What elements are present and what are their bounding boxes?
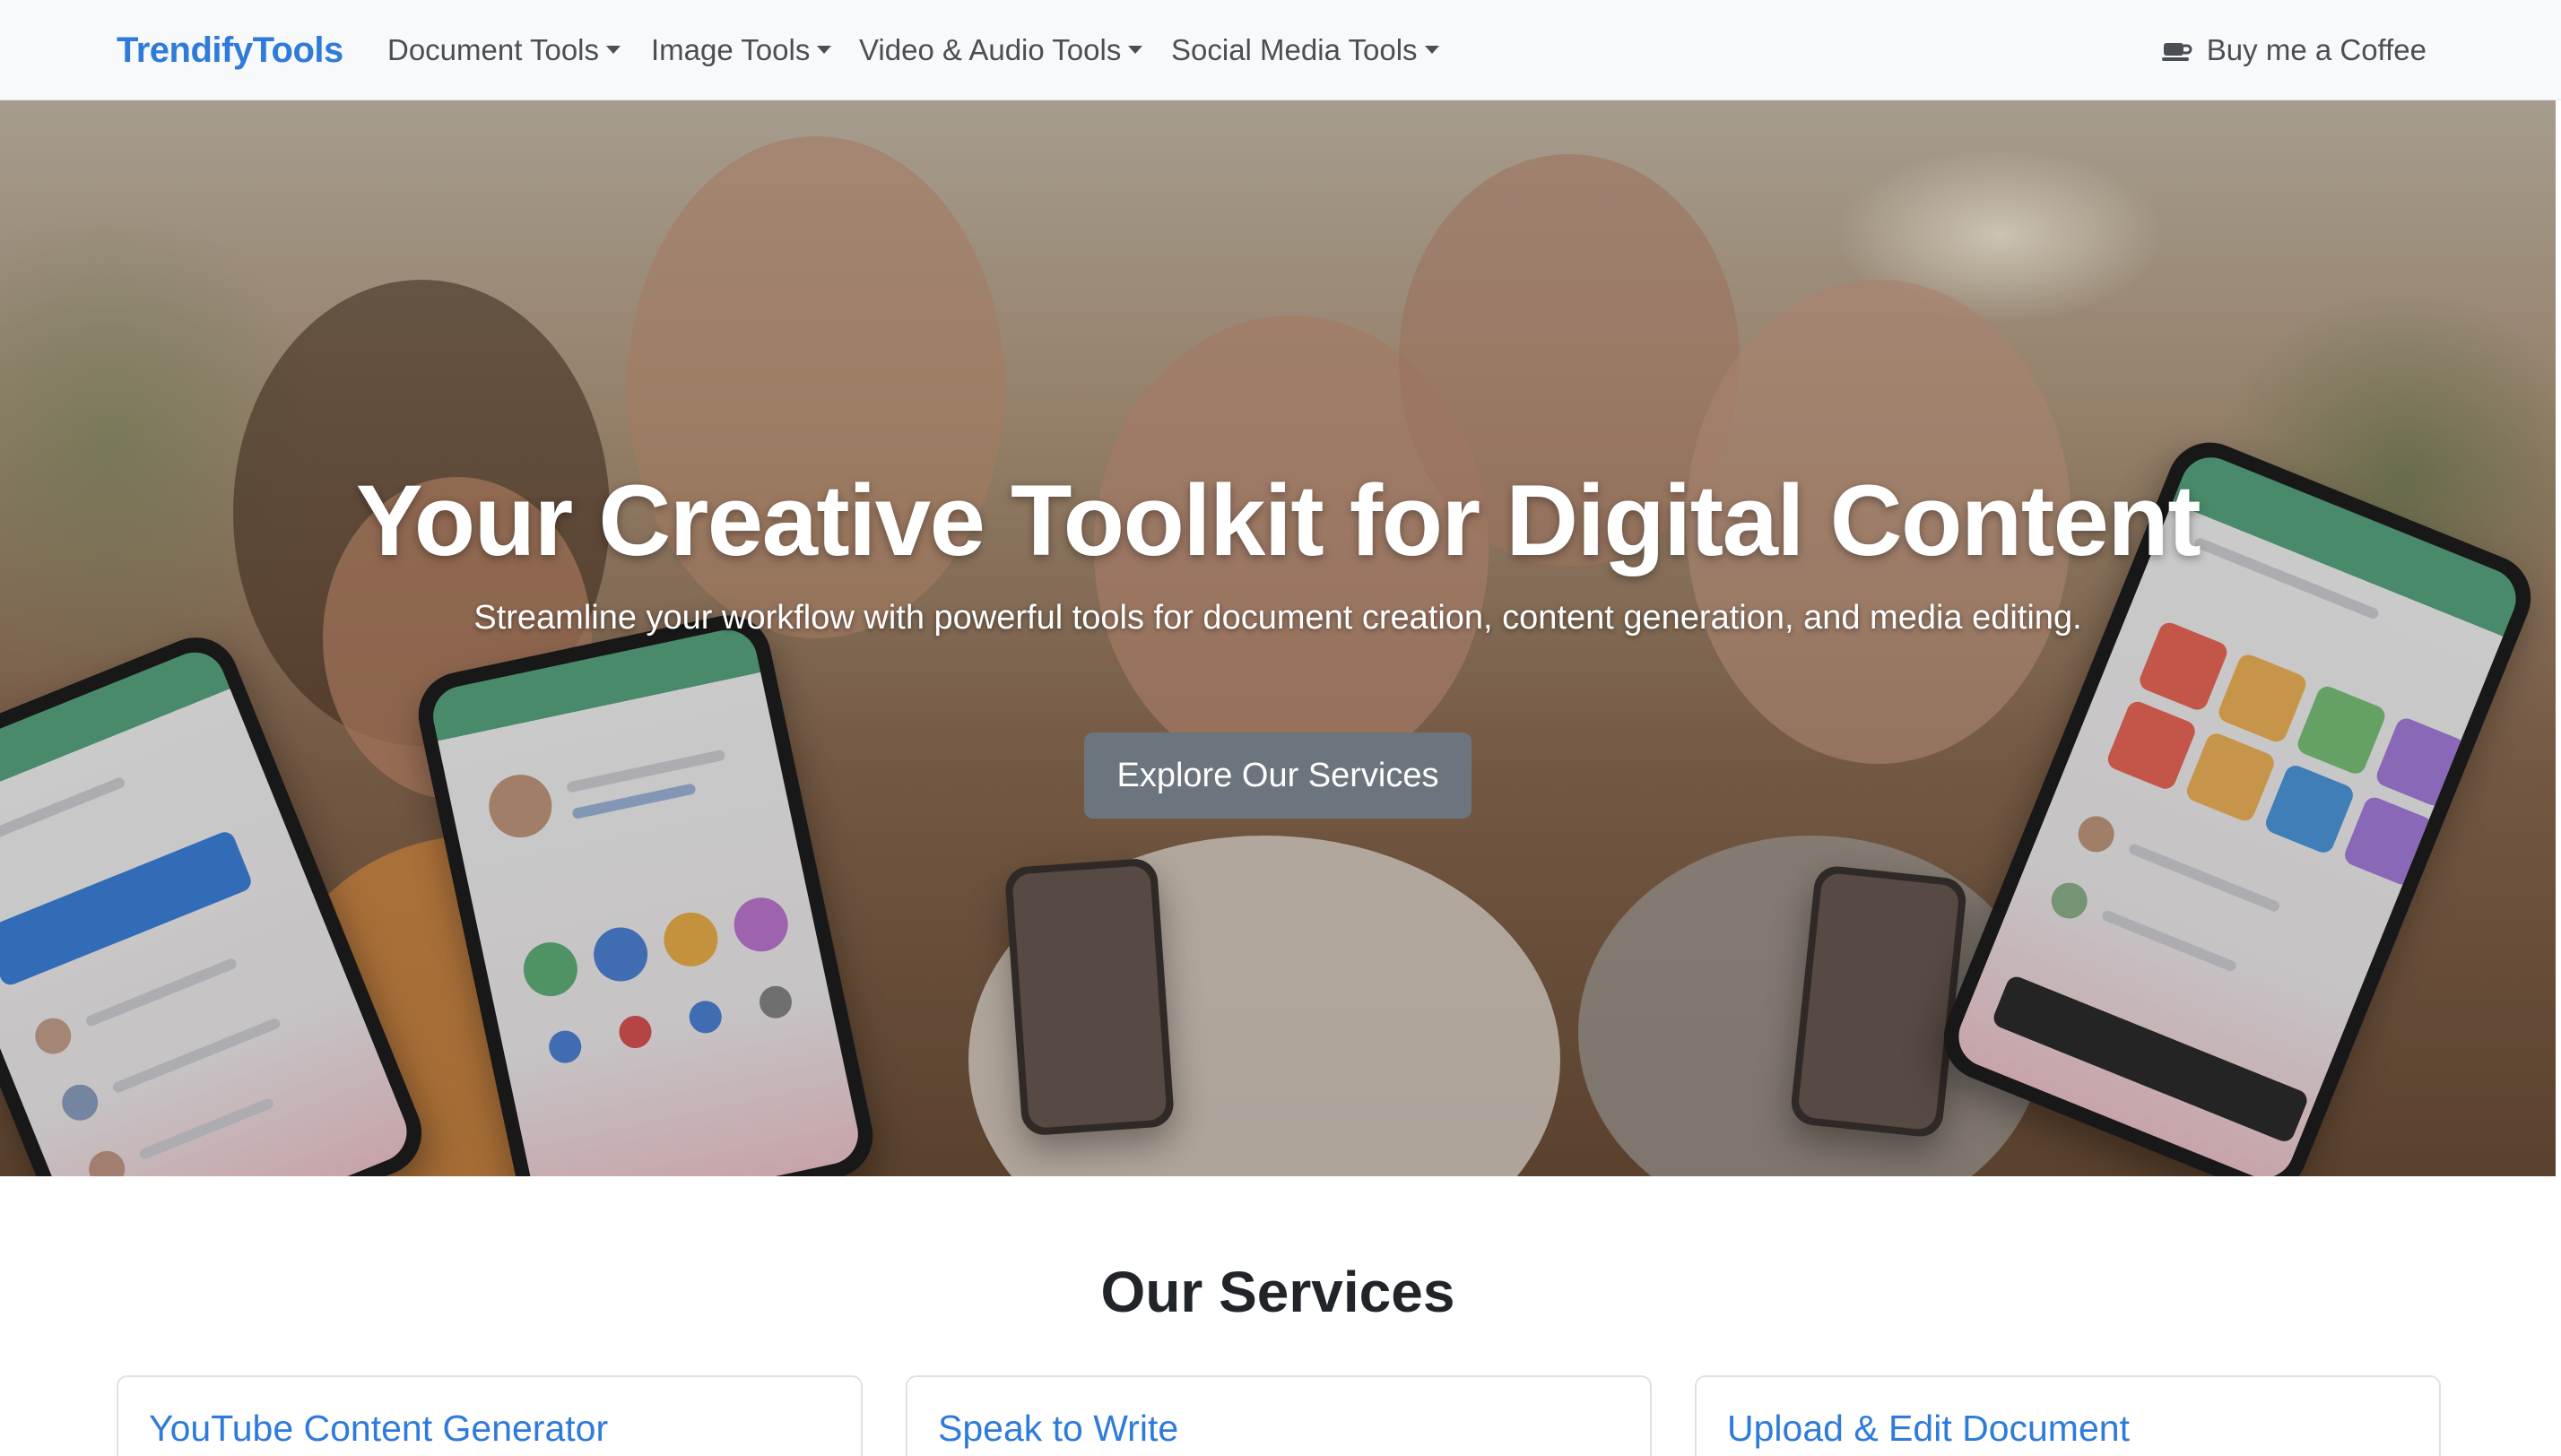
service-card-upload-edit: Upload & Edit Document <box>1695 1375 2441 1456</box>
service-card-title-link[interactable]: Speak to Write <box>938 1408 1178 1450</box>
nav-social-media-tools-label: Social Media Tools <box>1171 33 1418 66</box>
service-card-youtube: YouTube Content Generator <box>117 1375 863 1456</box>
chevron-down-icon <box>817 45 832 54</box>
service-card-title-link[interactable]: YouTube Content Generator <box>149 1408 608 1450</box>
hero-dark-overlay <box>0 100 2556 1176</box>
nav-image-tools-dropdown[interactable]: Image Tools <box>651 27 832 74</box>
chevron-down-icon <box>606 45 621 54</box>
service-card-speak-to-write: Speak to Write <box>906 1375 1652 1456</box>
chevron-down-icon <box>1128 45 1143 54</box>
nav-document-tools-dropdown[interactable]: Document Tools <box>387 27 621 74</box>
services-heading: Our Services <box>1100 1260 1455 1324</box>
hero-title: Your Creative Toolkit for Digital Conten… <box>355 464 2201 576</box>
coffee-cup-icon <box>2161 43 2192 62</box>
hero-subtitle: Streamline your workflow with powerful t… <box>473 599 2082 637</box>
nav-document-tools-label: Document Tools <box>387 33 600 66</box>
top-navbar: TrendifyTools Document Tools Image Tools… <box>0 0 2561 100</box>
nav-video-audio-tools-label: Video & Audio Tools <box>859 33 1122 66</box>
nav-image-tools-label: Image Tools <box>651 33 811 66</box>
hero-section: Your Creative Toolkit for Digital Conten… <box>0 100 2556 1176</box>
nav-video-audio-tools-dropdown[interactable]: Video & Audio Tools <box>859 27 1143 74</box>
brand-logo-link[interactable]: TrendifyTools <box>117 27 343 74</box>
chevron-down-icon <box>1424 45 1439 54</box>
service-card-title-link[interactable]: Upload & Edit Document <box>1727 1408 2130 1450</box>
nav-social-media-tools-dropdown[interactable]: Social Media Tools <box>1171 27 1439 74</box>
explore-services-button[interactable]: Explore Our Services <box>1084 732 1471 819</box>
buy-me-a-coffee-link[interactable]: Buy me a Coffee <box>2161 27 2426 74</box>
buy-me-a-coffee-label: Buy me a Coffee <box>2206 33 2426 66</box>
